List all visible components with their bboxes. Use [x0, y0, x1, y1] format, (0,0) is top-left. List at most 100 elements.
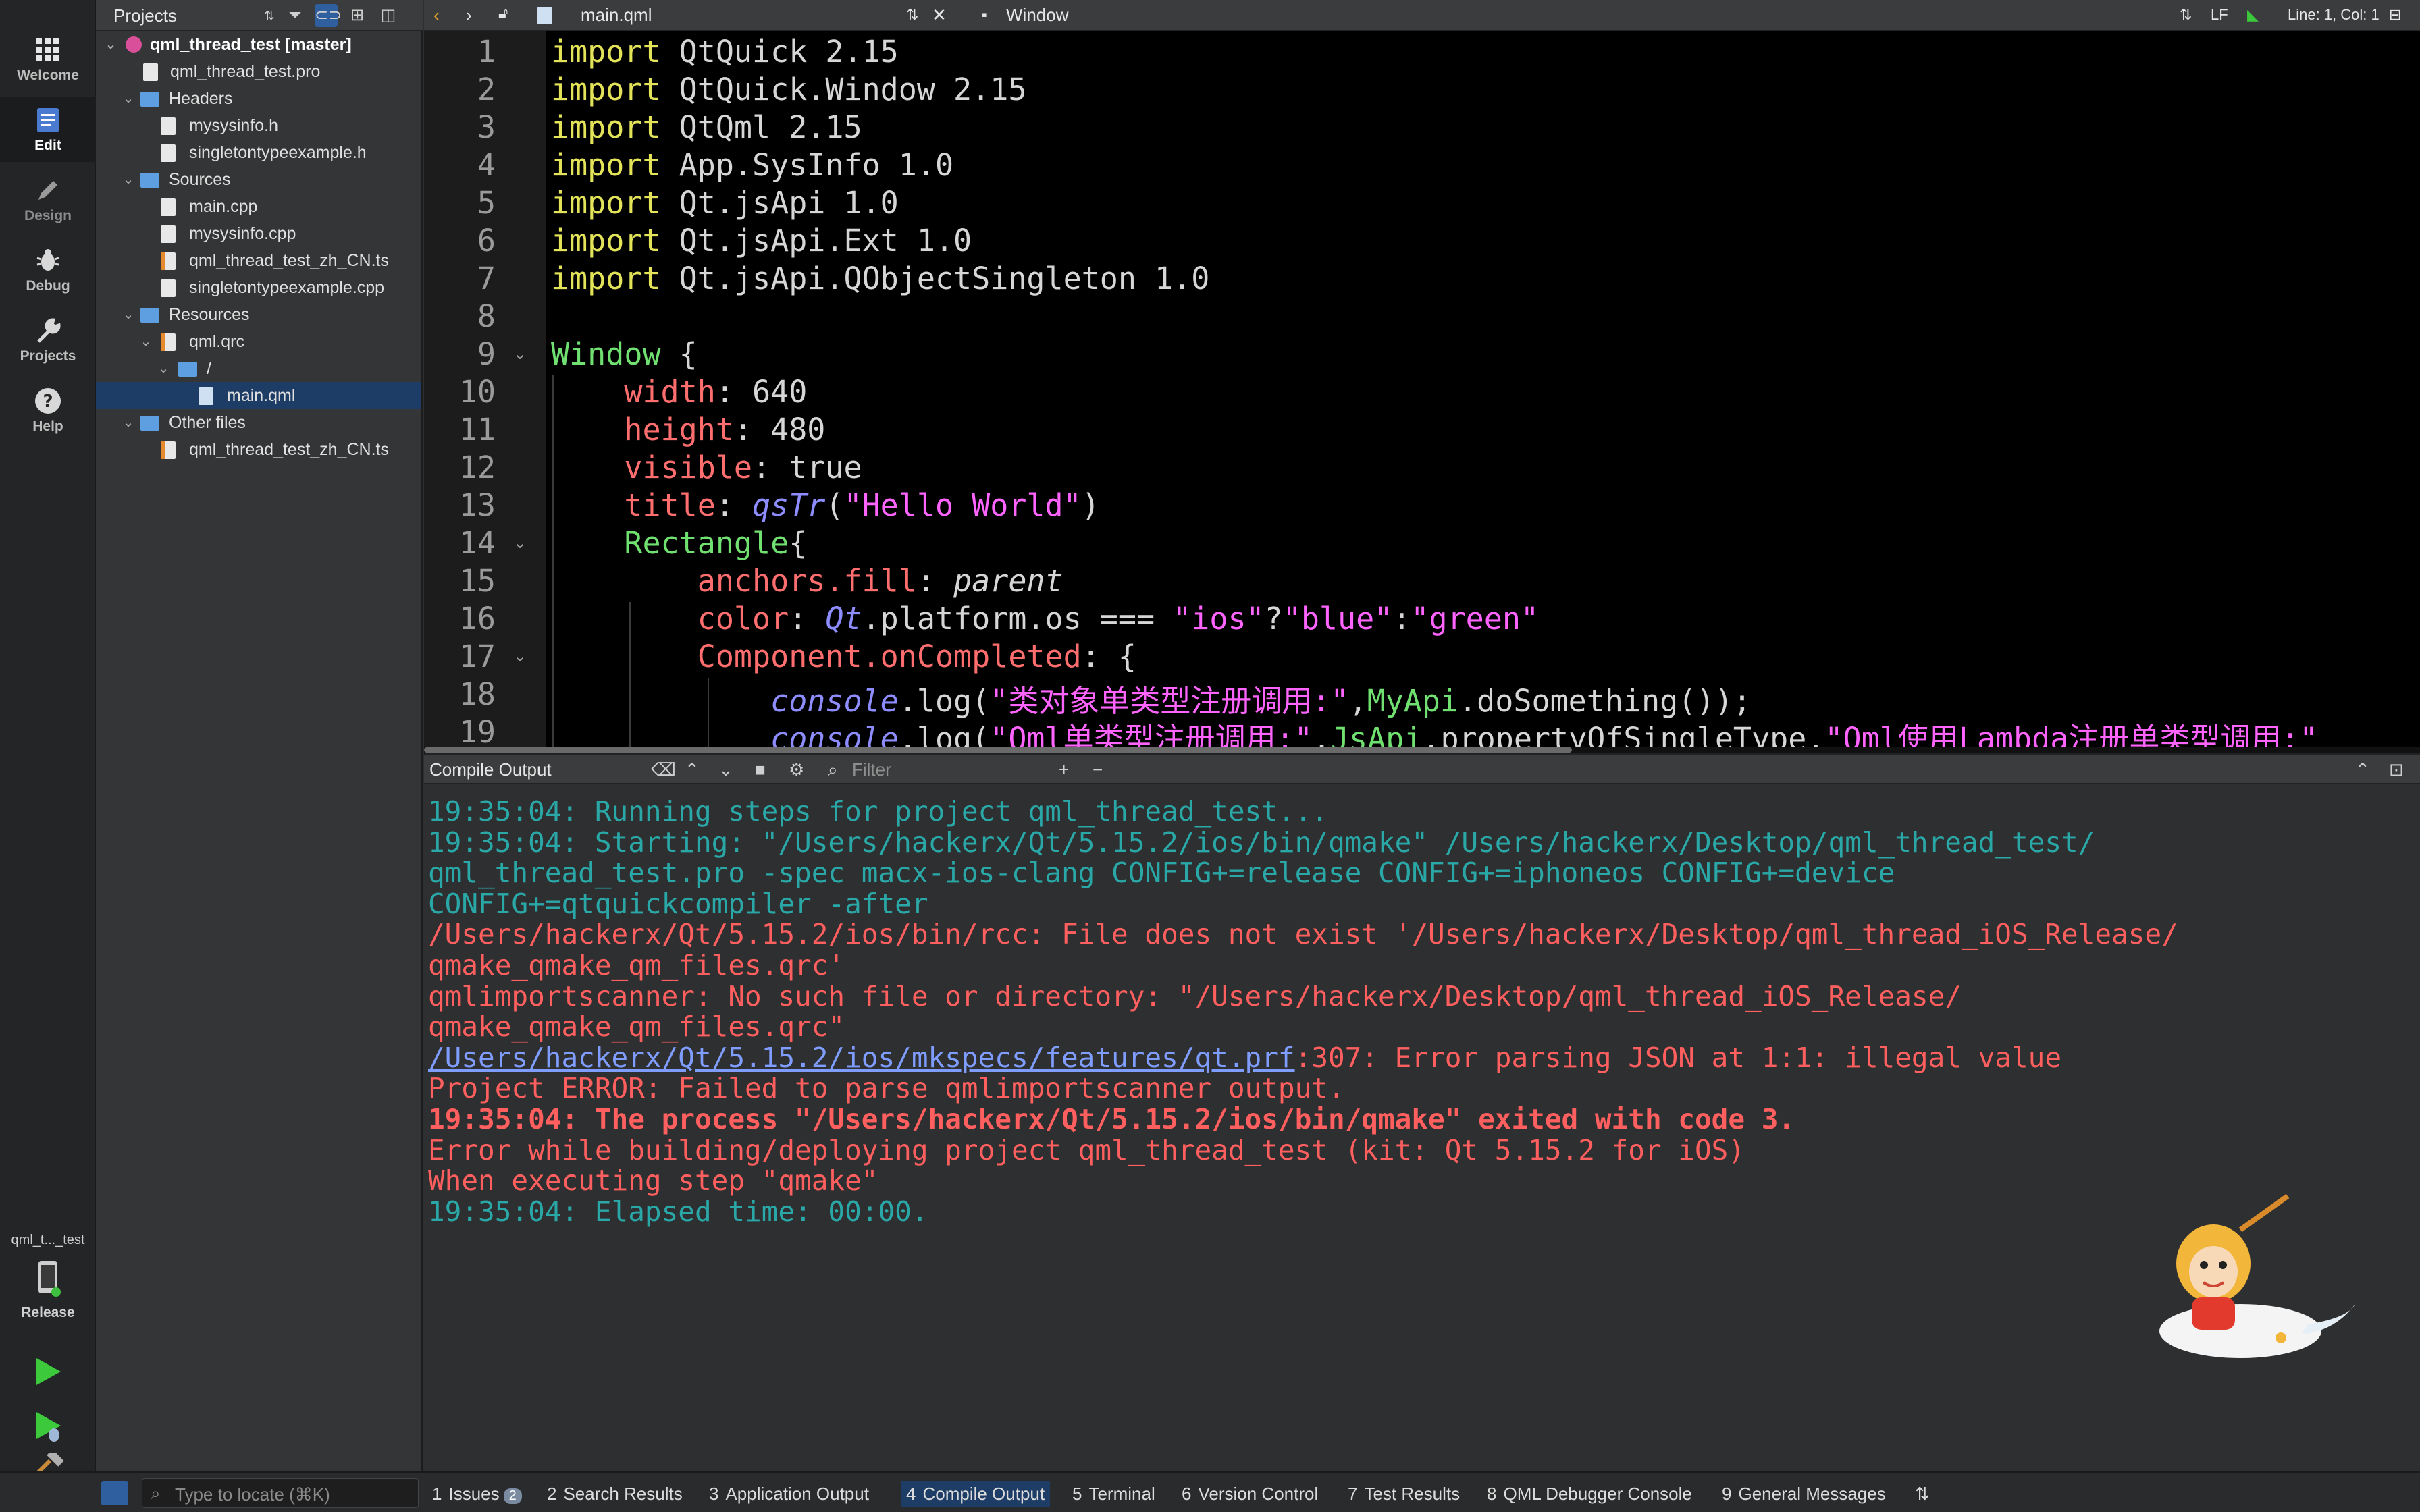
debug-run-icon[interactable]	[27, 1405, 68, 1446]
tree-item-main-qml[interactable]: main.qml	[96, 382, 421, 409]
tree-item-file[interactable]: mysysinfo.h	[96, 112, 421, 139]
translation-file-icon	[161, 252, 176, 270]
tree-item-file[interactable]: main.cpp	[96, 193, 421, 220]
mode-design[interactable]: Design	[0, 167, 96, 232]
output-tab-version-control[interactable]: 6 Version Control	[1182, 1484, 1318, 1505]
tree-item-project[interactable]: ⌄ qml_thread_test [master]	[96, 31, 421, 58]
tree-item-folder[interactable]: ⌄ Other files	[96, 409, 421, 436]
tree-item-folder[interactable]: ⌄ Resources	[96, 301, 421, 328]
tree-item-folder[interactable]: ⌄ Sources	[96, 166, 421, 193]
tree-item-file[interactable]: mysysinfo.cpp	[96, 220, 421, 247]
run-icon[interactable]	[27, 1351, 68, 1392]
updown-chevron-icon[interactable]: ⇅	[906, 6, 918, 24]
updown-chevron-icon[interactable]: ⇅	[1915, 1484, 1930, 1505]
mode-help[interactable]: ? Help	[0, 378, 96, 443]
scroll-thumb[interactable]	[424, 747, 1572, 753]
code-token: :	[916, 563, 954, 599]
chevron-down-icon: ⌄	[105, 37, 117, 52]
tab-label: Version Control	[1198, 1484, 1319, 1504]
zoom-out-icon[interactable]: −	[1093, 759, 1103, 780]
output-tab-general-messages[interactable]: 9 General Messages	[1722, 1484, 1886, 1505]
output-tab-search-results[interactable]: 2 Search Results	[547, 1484, 683, 1505]
code-token: color	[697, 601, 789, 637]
code-token: :	[1392, 601, 1411, 637]
file-icon	[161, 144, 176, 162]
open-file-name[interactable]: main.qml	[581, 5, 652, 26]
file-link[interactable]: /Users/hackerx/Qt/5.15.2/ios/mkspecs/fea…	[428, 1042, 1295, 1074]
tree-item-folder[interactable]: ⌄ /	[96, 355, 421, 382]
pencil-icon	[38, 181, 57, 200]
tree-item-file[interactable]: singletontypeexample.h	[96, 139, 421, 166]
code-line: title: qsTr("Hello World")	[551, 487, 1099, 523]
kit-selector-button[interactable]: Release	[0, 1257, 96, 1331]
folder-icon	[140, 92, 159, 107]
symbol-selector[interactable]: Window	[1006, 5, 1068, 26]
toggle-sidebar-icon[interactable]	[101, 1481, 128, 1505]
mode-projects[interactable]: Projects	[0, 308, 96, 373]
locator-input[interactable]: ⌕ Type to locate (⌘K)	[142, 1478, 419, 1508]
fold-marker-icon[interactable]: ⌄	[513, 344, 527, 364]
cursor-position[interactable]: Line: 1, Col: 1	[2288, 6, 2379, 24]
filter-icon[interactable]: ⏷	[284, 4, 307, 27]
back-icon[interactable]: ‹	[433, 5, 440, 26]
compile-output[interactable]: 19:35:04: Running steps for project qml_…	[424, 784, 2420, 1470]
code-token: : true	[752, 450, 862, 485]
translation-file-icon	[161, 441, 176, 459]
chevron-up-icon[interactable]: ⌃	[685, 759, 700, 780]
lock-icon[interactable]: 🔓︎	[498, 5, 508, 22]
tab-label: Test Results	[1364, 1484, 1461, 1504]
output-pane-toolbar: Compile Output ⌫ ⌃ ⌄ ■ ⚙ ⌕ Filter + − ⌃ …	[424, 753, 2420, 784]
output-tab-terminal[interactable]: 5 Terminal	[1072, 1484, 1155, 1505]
output-tab-issues[interactable]: 1 Issues 2	[432, 1484, 522, 1505]
close-pane-icon[interactable]: ⊡	[2389, 759, 2404, 780]
code-token: width	[624, 374, 716, 410]
close-sidebar-icon[interactable]: ◫	[377, 4, 400, 27]
clean-icon[interactable]: ⌫	[651, 759, 676, 780]
output-tab-compile-output[interactable]: 4 Compile Output	[901, 1481, 1051, 1507]
output-filter-input[interactable]: Filter	[852, 759, 891, 780]
split-editor-icon[interactable]: ⊟	[2389, 6, 2401, 24]
tree-item-file[interactable]: qml_thread_test.pro	[96, 58, 421, 85]
code-token: import	[551, 72, 661, 107]
gear-icon[interactable]: ⚙	[789, 759, 804, 780]
close-document-icon[interactable]: ✕	[932, 5, 947, 26]
horizontal-scrollbar[interactable]	[424, 747, 2420, 753]
mode-welcome[interactable]: Welcome	[0, 27, 96, 92]
editor-toolbar: ‹ › 🔓︎ main.qml ⇅ ✕ ▪ Window ⇅ LF ◣ Line…	[424, 0, 2420, 31]
analyze-icon[interactable]: ◣	[2247, 6, 2259, 24]
stop-icon[interactable]: ■	[755, 759, 766, 780]
output-tab-qml-debugger-console[interactable]: 8 QML Debugger Console	[1487, 1484, 1692, 1505]
code-line: import QtQuick.Window 2.15	[551, 72, 1026, 107]
tree-item-file[interactable]: qml_thread_test_zh_CN.ts	[96, 247, 421, 274]
output-tab-application-output[interactable]: 3 Application Output	[709, 1484, 869, 1505]
forward-icon[interactable]: ›	[466, 5, 472, 26]
tree-label: qml.qrc	[189, 332, 244, 351]
updown-chevron-icon[interactable]: ⇅	[2180, 6, 2192, 24]
fold-marker-icon[interactable]: ⌄	[513, 647, 527, 666]
zoom-in-icon[interactable]: +	[1059, 759, 1069, 780]
code-token: :	[789, 601, 826, 637]
qml-file-icon	[199, 387, 213, 405]
tree-item-file[interactable]: singletontypeexample.cpp	[96, 274, 421, 301]
project-panel-title: Projects	[113, 5, 177, 26]
mode-debug[interactable]: Debug	[0, 238, 96, 302]
tab-label: Application Output	[725, 1484, 869, 1504]
code-editor[interactable]: 1 2 3 4 5 6 7 8 9 ⌄ 10 11 12 13 14 ⌄ 15 16 17 ⌄ 18 19 import …	[424, 31, 2420, 753]
output-line: CONFIG+=qtquickcompiler -after	[428, 887, 928, 920]
tree-item-folder[interactable]: ⌄ Headers	[96, 85, 421, 112]
chevron-down-icon: ⌄	[122, 415, 134, 430]
output-tab-test-results[interactable]: 7 Test Results	[1348, 1484, 1460, 1505]
chevron-down-icon[interactable]: ⌄	[718, 759, 733, 780]
maximize-pane-icon[interactable]: ⌃	[2355, 759, 2370, 780]
tree-item-qrc[interactable]: ⌄ qml.qrc	[96, 328, 421, 355]
project-icon	[126, 36, 142, 53]
line-ending[interactable]: LF	[2211, 6, 2228, 24]
locator-placeholder: Type to locate (⌘K)	[175, 1484, 330, 1505]
fold-marker-icon[interactable]: ⌄	[513, 533, 527, 553]
link-icon[interactable]: ⊂⊃	[315, 4, 342, 27]
mode-edit[interactable]: Edit	[0, 97, 96, 162]
split-icon[interactable]: ⊞	[346, 4, 369, 27]
updown-chevron-icon[interactable]: ⇅	[258, 4, 281, 27]
tree-item-file[interactable]: qml_thread_test_zh_CN.ts	[96, 436, 421, 463]
line-number: 19	[458, 714, 496, 750]
